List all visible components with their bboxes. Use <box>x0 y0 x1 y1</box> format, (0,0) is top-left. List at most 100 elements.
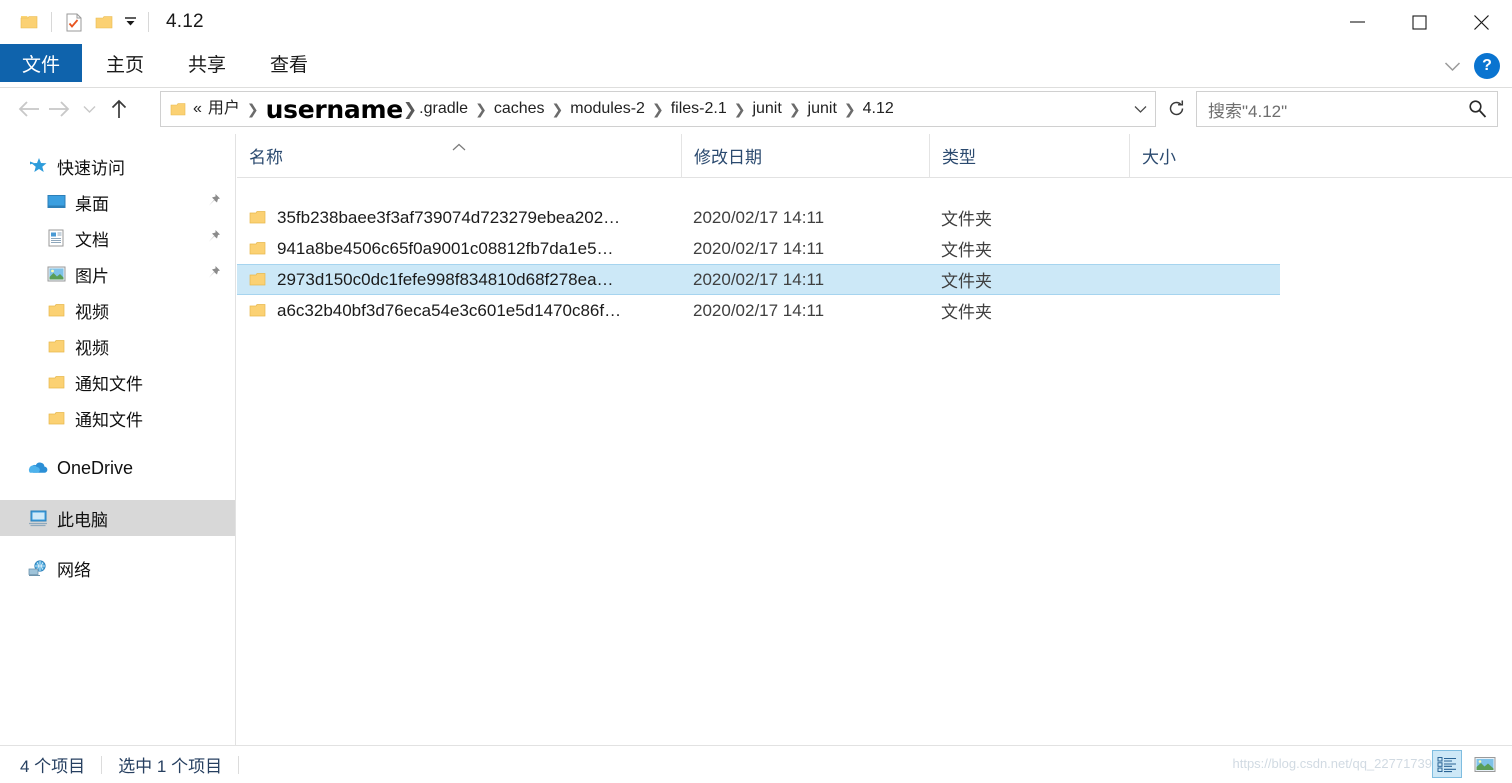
pin-icon[interactable] <box>207 265 221 284</box>
file-date-cell: 2020/02/17 14:11 <box>693 207 825 227</box>
column-header-name[interactable]: 名称 <box>237 134 681 178</box>
breadcrumb-item-users[interactable]: 用户 <box>208 101 240 117</box>
breadcrumb-separator-6[interactable]: ❯ <box>734 102 746 116</box>
table-row[interactable]: 35fb238baee3f3af739074d723279ebea202… 20… <box>237 202 1512 233</box>
nav-gap-2 <box>0 486 235 500</box>
file-name-cell[interactable]: 2973d150c0dc1fefe998f834810d68f278ea… <box>237 270 681 290</box>
sidebar-item-onedrive[interactable]: OneDrive <box>0 450 235 486</box>
breadcrumb-item-junit-2[interactable]: junit <box>808 101 837 117</box>
folder-icon[interactable] <box>14 7 44 37</box>
tab-view[interactable]: 查看 <box>248 44 330 82</box>
breadcrumb-item-modules2[interactable]: modules-2 <box>570 101 645 117</box>
breadcrumb-separator-5[interactable]: ❯ <box>652 102 664 116</box>
file-name-label: 35fb238baee3f3af739074d723279ebea202… <box>277 207 621 227</box>
breadcrumb-separator-7[interactable]: ❯ <box>789 102 801 116</box>
pictures-icon <box>46 264 66 284</box>
status-separator-2 <box>238 755 240 774</box>
breadcrumb-separator-2[interactable]: ❯ <box>403 101 417 118</box>
back-button[interactable] <box>14 94 44 124</box>
sidebar-label: 快速访问 <box>57 158 125 178</box>
sidebar-item-pictures[interactable]: 图片 <box>0 256 235 292</box>
properties-icon[interactable] <box>59 7 89 37</box>
breadcrumb-separator-4[interactable]: ❯ <box>552 102 564 116</box>
window-title: 4.12 <box>166 11 204 32</box>
folder-icon <box>46 300 66 320</box>
details-view-button[interactable] <box>1432 750 1462 778</box>
tab-home[interactable]: 主页 <box>84 44 166 82</box>
tab-file[interactable]: 文件 <box>0 44 83 82</box>
sidebar-label: 此电脑 <box>57 510 108 530</box>
column-header-label: 大小 <box>1142 148 1176 167</box>
sidebar-item-this-pc[interactable]: 此电脑 <box>0 500 235 536</box>
recent-locations-icon[interactable] <box>74 94 104 124</box>
help-button[interactable]: ? <box>1474 53 1500 79</box>
breadcrumb-item-caches[interactable]: caches <box>494 101 545 117</box>
pin-icon[interactable] <box>207 229 221 248</box>
sidebar-item-network[interactable]: 网络 <box>0 550 235 586</box>
desktop-icon <box>46 192 66 212</box>
breadcrumb-separator-3[interactable]: ❯ <box>475 102 487 116</box>
minimize-button[interactable] <box>1326 0 1388 44</box>
sidebar-item-videos-1[interactable]: 视频 <box>0 292 235 328</box>
nav-gap-1 <box>0 436 235 450</box>
window-controls <box>1326 0 1512 44</box>
search-icon[interactable] <box>1468 99 1487 123</box>
table-row[interactable]: 941a8be4506c65f0a9001c08812fb7da1e5… 202… <box>237 233 1512 264</box>
large-icons-view-button[interactable] <box>1470 750 1500 778</box>
breadcrumb-dropdown-icon[interactable] <box>1134 92 1147 126</box>
status-bar: 4 个项目 选中 1 个项目 https://blog.csdn.net/qq_… <box>0 745 1512 783</box>
column-header-size[interactable]: 大小 <box>1129 133 1274 178</box>
column-header-type[interactable]: 类型 <box>929 133 1129 178</box>
sidebar-item-notices-2[interactable]: 通知文件 <box>0 400 235 436</box>
ribbon-right-controls: ? <box>1434 44 1508 88</box>
breadcrumb-item-files21[interactable]: files-2.1 <box>671 101 727 117</box>
breadcrumb-folder-icon <box>170 102 186 117</box>
sidebar-label: OneDrive <box>57 457 134 478</box>
folder-icon <box>46 336 66 356</box>
customize-caret-icon[interactable] <box>119 7 141 37</box>
breadcrumb-item-412[interactable]: 4.12 <box>863 101 894 117</box>
file-date-cell: 2020/02/17 14:11 <box>693 238 825 258</box>
sidebar-item-videos-2[interactable]: 视频 <box>0 328 235 364</box>
folder-icon <box>249 210 266 225</box>
tab-share[interactable]: 共享 <box>166 44 248 82</box>
search-input[interactable]: 搜索"4.12" <box>1196 91 1498 127</box>
column-header-date[interactable]: 修改日期 <box>681 133 929 178</box>
file-explorer-window: 4.12 文件 主页 共享 查看 ? « 用户 ❯ username ❯ .gr… <box>0 0 1512 783</box>
status-separator-1 <box>101 755 103 774</box>
list-top-gap <box>237 178 1512 202</box>
sidebar-item-notices-1[interactable]: 通知文件 <box>0 364 235 400</box>
file-type-cell: 文件夹 <box>941 303 992 322</box>
file-type-cell: 文件夹 <box>941 210 992 229</box>
breadcrumb-overflow[interactable]: « <box>193 101 202 117</box>
breadcrumb-separator-8[interactable]: ❯ <box>844 102 856 116</box>
table-row[interactable]: a6c32b40bf3d76eca54e3c601e5d1470c86f… 20… <box>237 295 1512 326</box>
file-name-cell[interactable]: a6c32b40bf3d76eca54e3c601e5d1470c86f… <box>237 301 681 321</box>
sort-ascending-icon <box>452 136 467 156</box>
sidebar-item-quick-access[interactable]: 快速访问 <box>0 148 235 184</box>
folder-icon <box>249 303 266 318</box>
close-button[interactable] <box>1450 0 1512 44</box>
table-row[interactable]: 2973d150c0dc1fefe998f834810d68f278ea… 20… <box>237 264 1280 295</box>
file-list: 名称 修改日期 类型 大小 35fb238baee3f3af739074d723… <box>237 133 1512 745</box>
file-name-cell[interactable]: 35fb238baee3f3af739074d723279ebea202… <box>237 208 681 228</box>
folder-icon <box>249 272 266 287</box>
breadcrumb-item-username[interactable]: username <box>266 97 404 122</box>
maximize-button[interactable] <box>1388 0 1450 44</box>
network-icon <box>28 558 48 578</box>
breadcrumb[interactable]: « 用户 ❯ username ❯ .gradle ❯ caches ❯ mod… <box>160 91 1156 127</box>
pin-icon[interactable] <box>207 193 221 212</box>
forward-button[interactable] <box>44 94 74 124</box>
file-date-cell: 2020/02/17 14:11 <box>693 300 825 320</box>
sidebar-item-desktop[interactable]: 桌面 <box>0 184 235 220</box>
breadcrumb-separator-1[interactable]: ❯ <box>247 102 259 116</box>
folder-icon <box>46 408 66 428</box>
sidebar-item-documents[interactable]: 文档 <box>0 220 235 256</box>
refresh-button[interactable] <box>1162 94 1190 122</box>
breadcrumb-item-gradle[interactable]: .gradle <box>419 101 468 117</box>
breadcrumb-item-junit[interactable]: junit <box>752 101 781 117</box>
new-folder-icon[interactable] <box>89 7 119 37</box>
file-name-cell[interactable]: 941a8be4506c65f0a9001c08812fb7da1e5… <box>237 239 681 259</box>
up-button[interactable] <box>104 94 134 124</box>
chevron-down-icon[interactable] <box>1434 48 1470 84</box>
